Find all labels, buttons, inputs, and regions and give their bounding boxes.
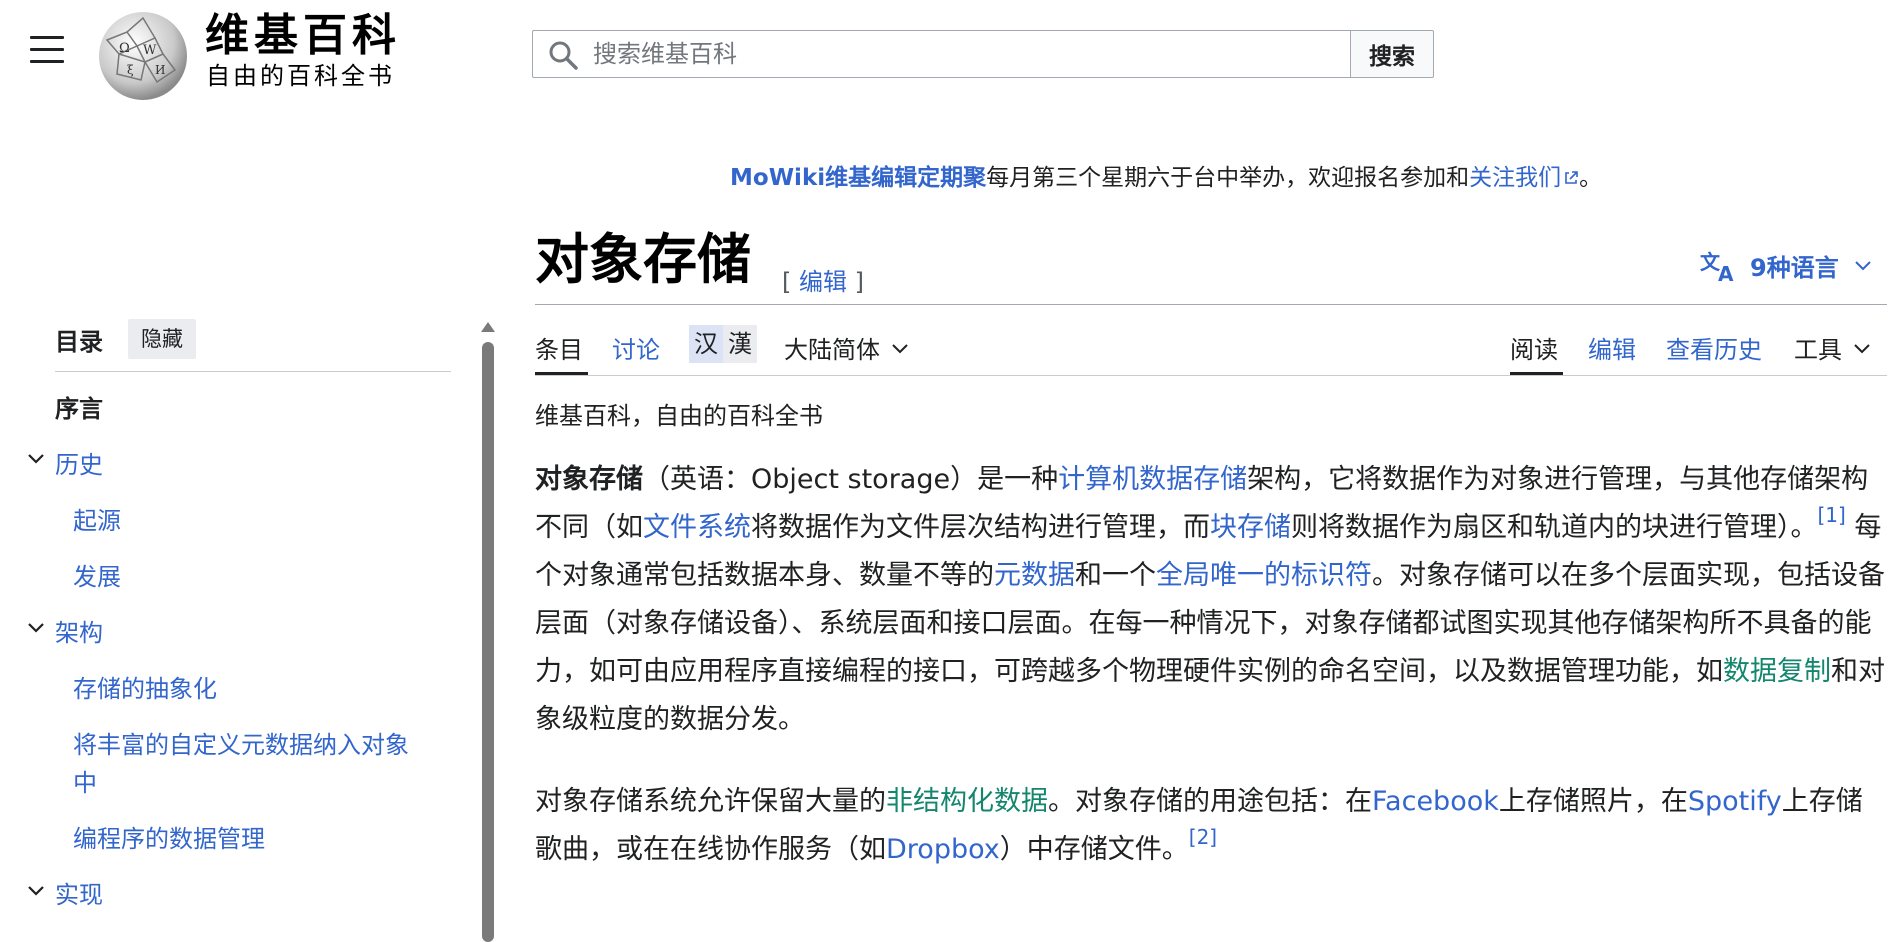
toc-item-development[interactable]: 发展 — [73, 562, 121, 593]
svg-text:W: W — [143, 43, 157, 58]
notice-event-link[interactable]: MoWiki维基编辑定期聚 — [730, 165, 986, 191]
toc-scrollbar[interactable] — [481, 322, 495, 942]
link-unstructured-data[interactable]: 非结构化数据 — [886, 786, 1048, 817]
reference-2[interactable]: [2] — [1189, 825, 1217, 849]
usage-paragraph: 对象存储系统允许保留大量的非结构化数据。对象存储的用途包括：在Facebook上… — [535, 778, 1887, 874]
edit-bracket-open: [ — [782, 268, 799, 296]
variant-simplified[interactable]: 汉 — [689, 325, 723, 363]
page-title: 对象存储 — [535, 227, 751, 291]
notice-text: 每月第三个星期六于台中举办，欢迎报名参加和 — [986, 165, 1470, 191]
link-computer-data-storage[interactable]: 计算机数据存储 — [1058, 464, 1247, 495]
variant-dropdown[interactable]: 大陆简体 — [784, 330, 908, 365]
toc-item-programmatic[interactable]: 编程序的数据管理 — [73, 824, 265, 855]
search-button[interactable]: 搜索 — [1350, 30, 1434, 78]
toc-heading: 目录 — [55, 328, 103, 356]
site-tagline: 自由的百科全书 — [206, 62, 395, 90]
notice-end: 。 — [1579, 165, 1603, 191]
text: 。对象存储的用途包括：在 — [1048, 786, 1372, 817]
chevron-down-icon[interactable] — [27, 884, 45, 898]
toc-item-history[interactable]: 历史 — [55, 450, 103, 481]
toc-hide-button[interactable]: 隐藏 — [128, 319, 196, 359]
tab-read[interactable]: 阅读 — [1510, 330, 1558, 365]
toc-item-metadata[interactable]: 将丰富的自定义元数据纳入对象 — [73, 730, 409, 761]
scroll-up-arrow-icon[interactable] — [481, 322, 495, 332]
text: ）中存储文件。 — [999, 834, 1189, 865]
toc-item-architecture[interactable]: 架构 — [55, 618, 103, 649]
toc-item-origin[interactable]: 起源 — [73, 506, 121, 537]
chevron-down-icon — [1854, 344, 1870, 354]
wikipedia-globe-icon[interactable]: Ω W И ξ — [97, 10, 189, 102]
link-dropbox[interactable]: Dropbox — [886, 834, 1000, 865]
tab-history[interactable]: 查看历史 — [1666, 330, 1762, 365]
search-input[interactable] — [532, 30, 1350, 78]
tabs-divider — [535, 375, 1887, 376]
link-uuid[interactable]: 全局唯一的标识符 — [1156, 560, 1372, 591]
text: （英语：Object storage）是一种 — [643, 464, 1059, 495]
site-sub: 维基百科，自由的百科全书 — [535, 402, 823, 430]
toc-item-metadata-cont[interactable]: 中 — [73, 768, 97, 799]
chevron-down-icon[interactable] — [27, 452, 45, 466]
language-icon: 文 A — [1700, 250, 1734, 283]
title-edit-section: [ 编辑 ] — [782, 262, 864, 297]
link-spotify[interactable]: Spotify — [1688, 786, 1782, 817]
tab-talk[interactable]: 讨论 — [612, 330, 660, 365]
main-menu-button[interactable] — [30, 36, 64, 64]
search-form: 搜索 — [532, 30, 1434, 78]
text: 和一个 — [1075, 560, 1156, 591]
text: 对象存储系统允许保留大量的 — [535, 786, 886, 817]
scroll-thumb[interactable] — [482, 342, 494, 942]
site-wordmark[interactable]: 维基百科 — [205, 14, 401, 58]
toc-divider — [55, 371, 451, 372]
language-count: 9种语言 — [1750, 254, 1839, 282]
link-block-storage[interactable]: 块存储 — [1210, 512, 1291, 543]
toc-item-intro[interactable]: 序言 — [55, 394, 103, 425]
toc-item-abstraction[interactable]: 存储的抽象化 — [73, 674, 217, 705]
title-divider — [535, 304, 1887, 305]
language-button[interactable]: 文 A 9种语言 — [1700, 248, 1871, 283]
notice-follow-label: 关注我们 — [1469, 165, 1562, 191]
chevron-down-icon — [892, 344, 908, 354]
notice-follow-link[interactable]: 关注我们 — [1469, 165, 1579, 191]
tab-article[interactable]: 条目 — [535, 330, 583, 365]
external-link-icon — [1565, 171, 1578, 184]
tab-edit[interactable]: 编辑 — [1588, 330, 1636, 365]
title-edit-link[interactable]: 编辑 — [799, 268, 847, 296]
intro-paragraph: 对象存储（英语：Object storage）是一种计算机数据存储架构，它将数据… — [535, 456, 1887, 744]
svg-text:Ω: Ω — [119, 41, 130, 56]
link-metadata[interactable]: 元数据 — [994, 560, 1075, 591]
edit-bracket-close: ] — [847, 268, 864, 296]
tools-dropdown[interactable]: 工具 — [1794, 330, 1870, 365]
svg-text:A: A — [1718, 262, 1734, 283]
chevron-down-icon — [1854, 260, 1871, 270]
svg-text:И: И — [155, 63, 165, 77]
tools-label: 工具 — [1794, 336, 1842, 364]
term-bold: 对象存储 — [535, 464, 643, 495]
text: 上存储照片，在 — [1498, 786, 1688, 817]
link-data-replication[interactable]: 数据复制 — [1723, 656, 1831, 687]
reference-1[interactable]: [1] — [1818, 503, 1846, 527]
text: 将数据作为文件层次结构进行管理，而 — [751, 512, 1210, 543]
toc-item-implementation[interactable]: 实现 — [55, 880, 103, 911]
text: 则将数据作为扇区和轨道内的块进行管理）。 — [1291, 512, 1818, 543]
variant-traditional[interactable]: 漢 — [723, 325, 757, 363]
variant-switch: 汉 漢 — [689, 325, 757, 363]
search-icon — [549, 41, 578, 70]
variant-dropdown-label: 大陆简体 — [784, 336, 880, 364]
site-notice: MoWiki维基编辑定期聚每月第三个星期六于台中举办，欢迎报名参加和关注我们。 — [730, 158, 1602, 192]
link-facebook[interactable]: Facebook — [1372, 786, 1499, 817]
svg-text:ξ: ξ — [127, 63, 134, 77]
link-file-system[interactable]: 文件系统 — [643, 512, 751, 543]
chevron-down-icon[interactable] — [27, 621, 45, 635]
